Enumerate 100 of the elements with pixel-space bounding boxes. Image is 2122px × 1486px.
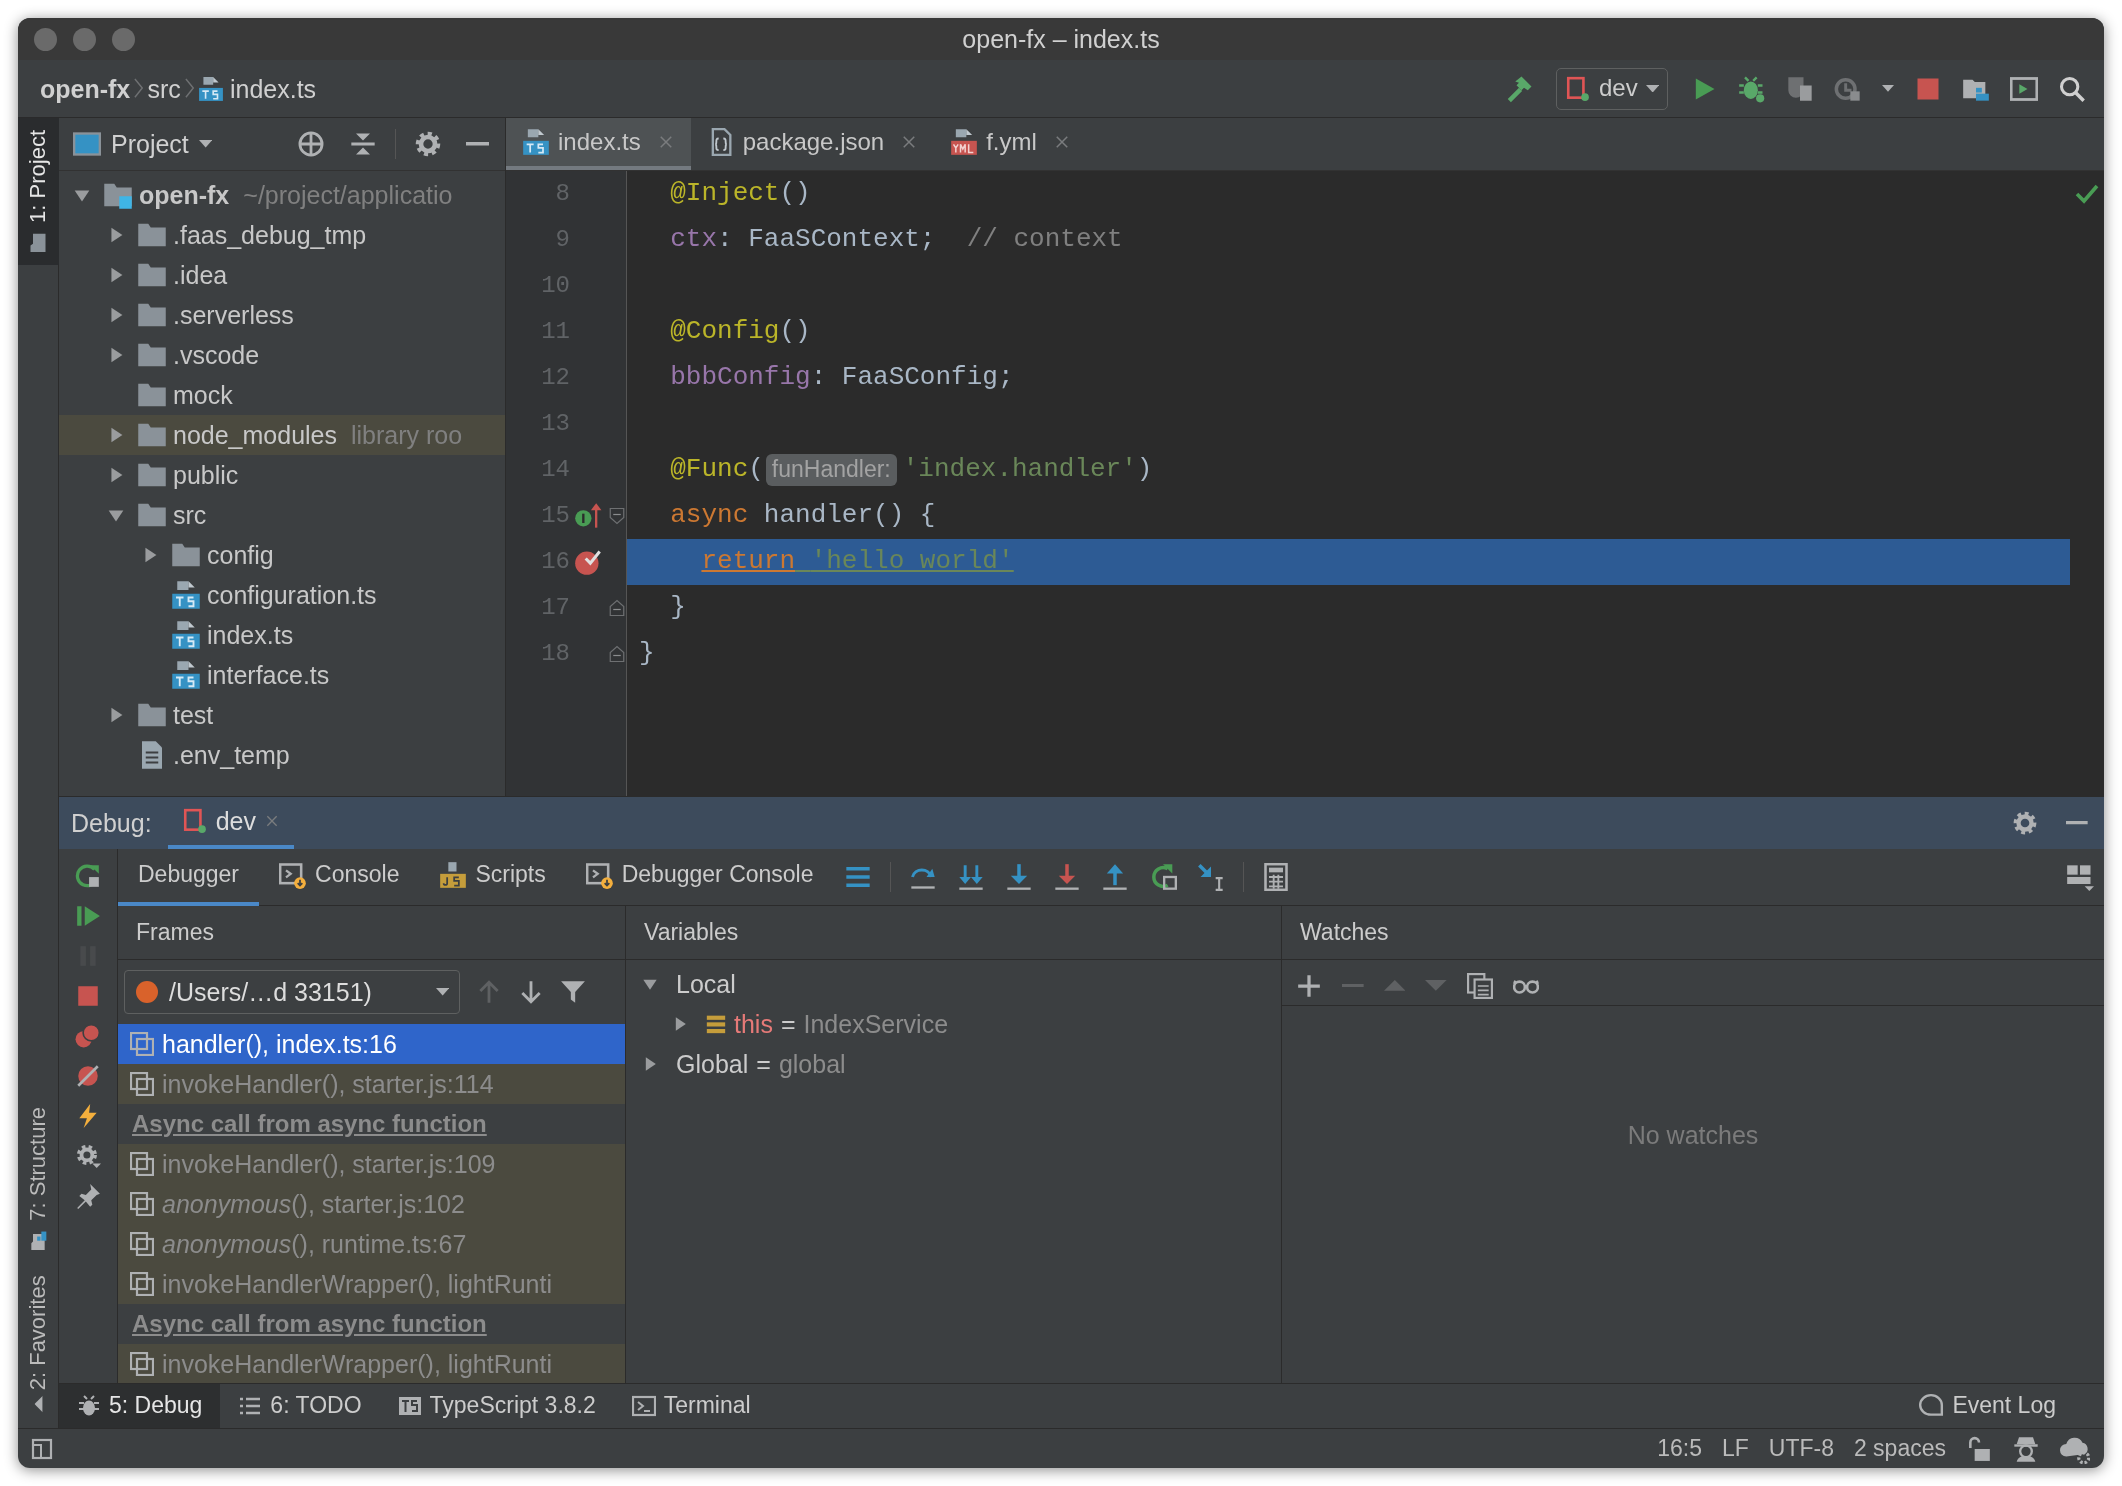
force-step-into-icon[interactable] <box>1052 863 1081 891</box>
tree-item[interactable]: test <box>59 695 505 735</box>
tool-window-tab[interactable]: Terminal <box>613 1383 769 1429</box>
configuration-icon <box>181 808 208 834</box>
pane-title: Frames <box>136 918 214 947</box>
tree-item[interactable]: .faas_debug_tmp <box>59 215 505 255</box>
debug-tab[interactable]: Debugger Console <box>565 848 834 906</box>
inspector-icon[interactable] <box>2012 1434 2040 1463</box>
code-line: @Inject() <box>669 177 812 211</box>
tree-item[interactable]: interface.ts <box>59 655 505 695</box>
implements-icon[interactable] <box>574 502 602 530</box>
tree-item[interactable]: open-fx ~/project/applicatio <box>59 175 505 215</box>
frame-icon <box>130 1152 154 1176</box>
status-item[interactable]: UTF-8 <box>1768 1434 1834 1463</box>
step-into-icon[interactable] <box>956 863 985 891</box>
tree-item[interactable]: configuration.ts <box>59 575 505 615</box>
typescript-file-icon <box>171 660 201 690</box>
code-line: } <box>638 637 656 671</box>
debug-tab[interactable]: Debugger <box>118 848 260 906</box>
step-out-icon[interactable] <box>1100 863 1129 891</box>
debug-tab[interactable]: Scripts <box>419 848 566 906</box>
copy-icon[interactable] <box>1466 972 1493 999</box>
yaml-file-icon <box>950 128 979 156</box>
speech-bubble-icon <box>1918 1393 1945 1419</box>
fold-icon[interactable] <box>607 507 626 525</box>
rerun-icon[interactable] <box>75 863 101 889</box>
tree-item[interactable]: public <box>59 455 505 495</box>
fold-icon[interactable] <box>607 599 626 617</box>
tool-window-tab[interactable]: 6: TODO <box>220 1383 380 1429</box>
tree-item[interactable]: src <box>59 495 505 535</box>
tool-window-tab[interactable]: TypeScript 3.8.2 <box>379 1383 614 1429</box>
tree-item[interactable]: config <box>59 535 505 575</box>
breakpoints-icon[interactable] <box>75 1023 101 1049</box>
breadcrumb-link[interactable]: src <box>147 73 181 104</box>
thread-dropdown[interactable]: /Users/…d 33151) <box>124 970 460 1014</box>
tree-item[interactable]: mock <box>59 375 505 415</box>
calculator-icon[interactable] <box>1261 863 1290 891</box>
stack-frame-item[interactable]: handler(), index.ts:16 <box>118 1024 625 1064</box>
crosshair-icon <box>296 130 325 158</box>
step-down-icon[interactable] <box>1004 863 1033 891</box>
lock-icon[interactable] <box>1966 1435 1992 1462</box>
code-line: bbbConfig: FaaSConfig; <box>669 361 1015 395</box>
window-icon <box>2010 74 2038 103</box>
event-log-button[interactable]: Event Log <box>1900 1383 2074 1429</box>
tool-window-tab[interactable]: 1: Project <box>18 118 59 265</box>
run-configuration-dropdown[interactable]: dev <box>1555 67 1668 110</box>
status-item[interactable]: LF <box>1721 1434 1749 1463</box>
editor-tab[interactable]: index.ts <box>506 118 691 170</box>
debug-tab[interactable]: Console <box>259 848 420 906</box>
console-icon <box>585 861 614 889</box>
variable-item[interactable]: Local <box>626 964 736 1004</box>
add-icon[interactable] <box>1296 972 1322 999</box>
breadcrumb-link[interactable]: open-fx <box>40 73 131 104</box>
typescript-file-icon <box>197 75 224 102</box>
tool-window-tab[interactable]: 2: Favorites <box>18 1262 59 1420</box>
tree-item[interactable]: .serverless <box>59 295 505 335</box>
tree-item[interactable]: .idea <box>59 255 505 295</box>
window-zoom-button[interactable] <box>112 27 135 51</box>
session-tab[interactable]: dev <box>167 797 294 849</box>
tool-windows-icon[interactable] <box>30 1436 54 1461</box>
tool-window-tab[interactable]: 7: Structure <box>18 1095 59 1263</box>
project-view-dropdown[interactable]: Project <box>73 129 213 159</box>
tree-item[interactable]: .env_temp <box>59 735 505 775</box>
folder-icon <box>28 232 49 253</box>
typescript-file-icon <box>522 128 550 156</box>
breakpoint-icon[interactable] <box>574 548 602 576</box>
variable-item[interactable]: Global = global <box>626 1044 846 1084</box>
mute-breakpoints-icon[interactable] <box>75 1063 101 1089</box>
window-close-button[interactable] <box>34 27 57 51</box>
console-icon <box>279 861 308 889</box>
async-separator-label: Async call from async function <box>131 1108 488 1139</box>
status-item[interactable]: 16:5 <box>1657 1434 1702 1463</box>
breadcrumb-link[interactable]: index.ts <box>197 73 317 104</box>
resume-icon[interactable] <box>75 903 101 929</box>
search-icon <box>2058 74 2086 103</box>
settings-icon[interactable] <box>75 1143 101 1169</box>
pane-title: Variables <box>644 918 739 947</box>
pin-icon[interactable] <box>75 1183 101 1209</box>
caret-icon <box>435 988 449 996</box>
frame-icon <box>130 1192 154 1216</box>
filter-icon[interactable] <box>560 979 586 1005</box>
window-icon <box>73 130 101 158</box>
thread-dot-icon <box>135 980 159 1004</box>
fold-icon[interactable] <box>607 645 626 663</box>
editor-tab[interactable]: package.json <box>690 118 935 170</box>
status-item[interactable]: 2 spaces <box>1853 1434 1946 1463</box>
run-to-cursor-icon[interactable] <box>1196 863 1225 891</box>
window-minimize-button[interactable] <box>73 27 96 51</box>
variable-item[interactable]: this = IndexService <box>626 1004 949 1044</box>
editor-tab[interactable]: f.yml <box>934 118 1087 170</box>
tree-item[interactable]: .vscode <box>59 335 505 375</box>
frame-icon <box>130 1232 154 1256</box>
tool-window-tab[interactable]: 5: Debug <box>59 1383 221 1429</box>
configuration-icon <box>1564 75 1591 102</box>
tree-item[interactable]: index.ts <box>59 615 505 655</box>
frame-icon <box>130 1072 154 1096</box>
stop-icon[interactable] <box>75 983 101 1009</box>
code-line: @Config() <box>669 315 812 349</box>
layout-icon[interactable] <box>2066 863 2094 891</box>
frame-icon <box>130 1032 154 1056</box>
